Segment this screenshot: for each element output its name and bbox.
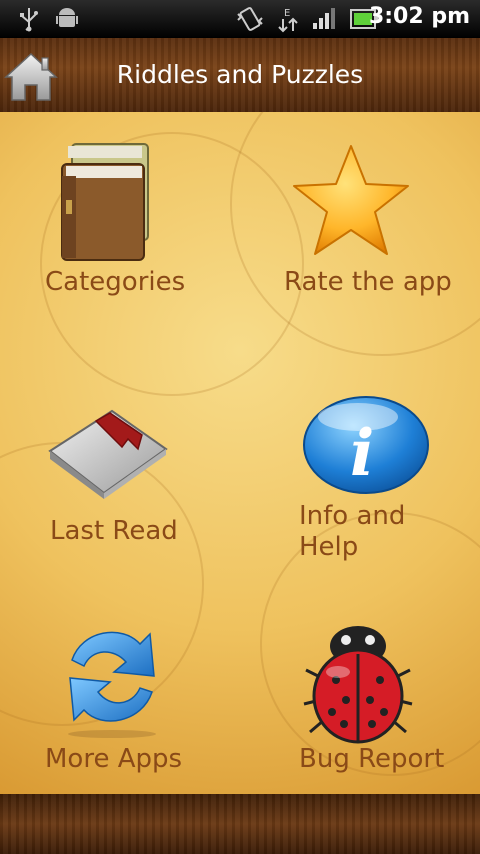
usb-icon	[18, 6, 40, 36]
footer-bar	[0, 794, 480, 854]
home-icon	[4, 52, 58, 108]
bookmark-book-icon	[46, 403, 170, 503]
menu-item-categories[interactable]: Categories	[0, 112, 240, 339]
android-debug-icon	[56, 6, 78, 34]
signal-icon	[312, 6, 338, 34]
refresh-arrows-icon	[62, 622, 162, 742]
menu-item-label: Categories	[45, 267, 186, 297]
title-bar: Riddles and Puzzles	[0, 38, 480, 114]
svg-text:E: E	[284, 8, 290, 19]
status-bar: E 3:02 pm	[0, 0, 480, 38]
menu-item-label: More Apps	[45, 744, 183, 774]
ladybug-icon	[302, 620, 414, 750]
menu-item-label: Bug Report	[299, 744, 445, 774]
info-icon: i	[302, 395, 430, 499]
main-menu: Categories Rate the app Last Read i Info…	[0, 112, 480, 794]
menu-item-more-apps[interactable]: More Apps	[0, 566, 240, 793]
menu-item-label: Last Read	[50, 516, 178, 546]
books-icon	[58, 140, 154, 268]
menu-item-label: Rate the app	[284, 267, 452, 297]
menu-item-bug-report[interactable]: Bug Report	[240, 566, 480, 793]
menu-item-label: Info and Help	[299, 501, 406, 562]
page-title: Riddles and Puzzles	[116, 60, 364, 89]
vibrate-icon	[236, 6, 264, 36]
status-time: 3:02 pm	[368, 4, 470, 29]
edge-data-icon: E	[276, 6, 300, 38]
svg-text:i: i	[350, 416, 374, 491]
menu-item-rate-app[interactable]: Rate the app	[240, 112, 480, 339]
menu-item-info-help[interactable]: i Info and Help	[240, 339, 480, 566]
menu-item-last-read[interactable]: Last Read	[0, 339, 240, 566]
star-icon	[290, 144, 412, 262]
